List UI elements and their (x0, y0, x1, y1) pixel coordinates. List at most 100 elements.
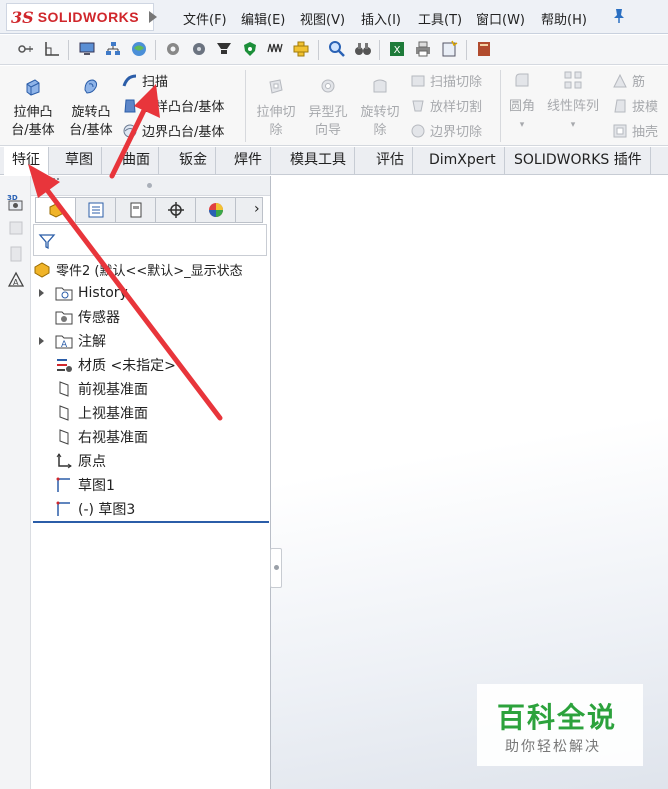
crosshair-icon (167, 202, 184, 218)
menu-insert[interactable]: 插入(I) (361, 9, 401, 28)
tree-item-sensors[interactable]: 传感器 (33, 305, 269, 329)
sweep-button[interactable]: 扫描 (122, 71, 168, 90)
toolbar-separator (318, 40, 319, 60)
feature-tree: 零件2 (默认<<默认>_显示状态 History 传感器 A 注解 材质 <未… (33, 257, 269, 523)
command-tabs: 特征 草图 曲面 钣金 焊件 模具工具 评估 DimXpert SOLIDWOR… (0, 147, 668, 175)
settings-gear-icon[interactable] (190, 40, 208, 58)
tree-item-material[interactable]: 材质 <未指定> (33, 353, 269, 377)
lofted-cut-button[interactable]: 放样切割 (410, 96, 482, 115)
tree-root-part[interactable]: 零件2 (默认<<默认>_显示状态 (33, 257, 269, 281)
logo-expand-icon[interactable] (149, 11, 158, 23)
annotation-tool-icon[interactable]: A (6, 270, 26, 290)
menu-help[interactable]: 帮助(H) (541, 9, 587, 28)
print-icon[interactable] (414, 40, 432, 58)
splitter-grip-icon[interactable] (33, 178, 59, 182)
gear-icon[interactable] (164, 40, 182, 58)
draft-button[interactable]: 拔模 (612, 96, 658, 115)
displaymanager-tab[interactable] (196, 198, 236, 222)
chevron-right-icon[interactable]: › (254, 201, 260, 217)
filter-icon[interactable] (38, 232, 56, 250)
shell-button[interactable]: 抽壳 (612, 121, 658, 140)
monitor-icon[interactable] (78, 40, 96, 58)
tree-item-history[interactable]: History (33, 281, 269, 305)
smart-dimension-icon[interactable] (17, 40, 35, 58)
material-icon (57, 359, 72, 372)
linear-pattern-dropdown-icon[interactable]: ▾ (542, 116, 604, 134)
tree-item-annotations[interactable]: A 注解 (33, 329, 269, 353)
waveform-icon[interactable] (266, 40, 284, 58)
binoculars-icon[interactable] (354, 40, 372, 58)
shield-icon[interactable] (241, 40, 259, 58)
magnifier-icon[interactable] (328, 40, 346, 58)
menu-edit[interactable]: 编辑(E) (241, 9, 285, 28)
3d-view-icon[interactable]: 3D (6, 192, 26, 212)
pin-icon[interactable] (612, 8, 626, 24)
cross-bracket-icon[interactable] (292, 40, 310, 58)
extrude-boss-button[interactable]: 拉伸凸 台/基体 (4, 76, 62, 140)
boundary-boss-button[interactable]: 边界凸台/基体 (122, 121, 224, 140)
network-icon[interactable] (104, 40, 122, 58)
panel-collapse-handle[interactable] (270, 548, 282, 588)
rib-label: 筋 (632, 75, 646, 90)
rib-icon (613, 73, 627, 87)
tree-item-origin[interactable]: 原点 (33, 449, 269, 473)
tree-item-top-plane[interactable]: 上视基准面 (33, 401, 269, 425)
book-icon[interactable] (475, 40, 493, 58)
fillet-button[interactable]: 圆角 ▾ (503, 70, 541, 134)
funnel-icon[interactable] (215, 40, 233, 58)
svg-text:X: X (394, 45, 401, 56)
tree-item-sketch1[interactable]: 草图1 (33, 473, 269, 497)
menu-file[interactable]: 文件(F) (183, 9, 227, 28)
tab-features[interactable]: 特征 (4, 147, 49, 175)
featuremanager-tab[interactable] (36, 198, 76, 222)
tab-solidworks-addins[interactable]: SOLIDWORKS 插件 (506, 147, 651, 175)
tab-sheet-metal[interactable]: 钣金 (171, 147, 216, 175)
panel-splitter[interactable] (31, 176, 270, 196)
menu-tools[interactable]: 工具(T) (418, 9, 462, 28)
tab-mold-tools[interactable]: 模具工具 (282, 147, 355, 175)
excel-icon[interactable]: X (388, 40, 406, 58)
app-logo-text: SOLIDWORKS (37, 9, 140, 25)
boundary-cut-label: 边界切除 (430, 125, 483, 140)
tree-item-front-plane[interactable]: 前视基准面 (33, 377, 269, 401)
expand-caret-icon[interactable] (39, 337, 44, 345)
tab-sketch[interactable]: 草图 (57, 147, 102, 175)
rib-button[interactable]: 筋 (612, 71, 645, 90)
sweep-icon (122, 74, 137, 86)
boundary-cut-button[interactable]: 边界切除 (410, 121, 482, 140)
solidworks-logo[interactable]: 3S SOLIDWORKS (6, 3, 158, 31)
tree-item-label: 注解 (78, 334, 106, 350)
propertymanager-tab[interactable] (76, 198, 116, 222)
swept-cut-button[interactable]: 扫描切除 (410, 71, 482, 90)
hole-wizard-icon (321, 79, 335, 93)
svg-text:A: A (13, 278, 19, 287)
menu-window[interactable]: 窗口(W) (476, 9, 525, 28)
dimxpertmanager-tab[interactable] (156, 198, 196, 222)
tree-filter[interactable] (33, 224, 267, 256)
hole-wizard-button[interactable]: 异型孔 向导 (302, 76, 354, 140)
tab-surfaces[interactable]: 曲面 (114, 147, 159, 175)
revolve-boss-button[interactable]: 旋转凸 台/基体 (62, 76, 120, 140)
extrude-cut-button[interactable]: 拉伸切 除 (250, 76, 302, 140)
globe-icon[interactable] (130, 40, 148, 58)
boundary-boss-label: 边界凸台/基体 (142, 125, 225, 140)
expand-caret-icon[interactable] (39, 289, 44, 297)
tab-dimxpert[interactable]: DimXpert (421, 147, 505, 175)
angle-icon[interactable] (43, 40, 61, 58)
loft-boss-button[interactable]: 放样凸台/基体 (122, 96, 224, 115)
linear-pattern-button[interactable]: 线性阵列 ▾ (542, 70, 604, 134)
boundary-boss-icon (123, 124, 137, 137)
tab-weldments[interactable]: 焊件 (226, 147, 271, 175)
configurationmanager-tab[interactable] (116, 198, 156, 222)
new-sheet-icon[interactable] (440, 40, 458, 58)
extrude-boss-label-1: 拉伸凸 (13, 105, 53, 120)
tree-item-sketch3[interactable]: (-) 草图3 (33, 497, 269, 523)
task-strip: 3D A (0, 176, 31, 789)
tree-item-right-plane[interactable]: 右视基准面 (33, 425, 269, 449)
fillet-dropdown-icon[interactable]: ▾ (503, 116, 541, 134)
tab-evaluate[interactable]: 评估 (368, 147, 413, 175)
loft-boss-label: 放样凸台/基体 (142, 100, 225, 115)
revolve-cut-button[interactable]: 旋转切 除 (354, 76, 406, 140)
sketch-icon (56, 477, 70, 492)
menu-view[interactable]: 视图(V) (300, 9, 345, 28)
